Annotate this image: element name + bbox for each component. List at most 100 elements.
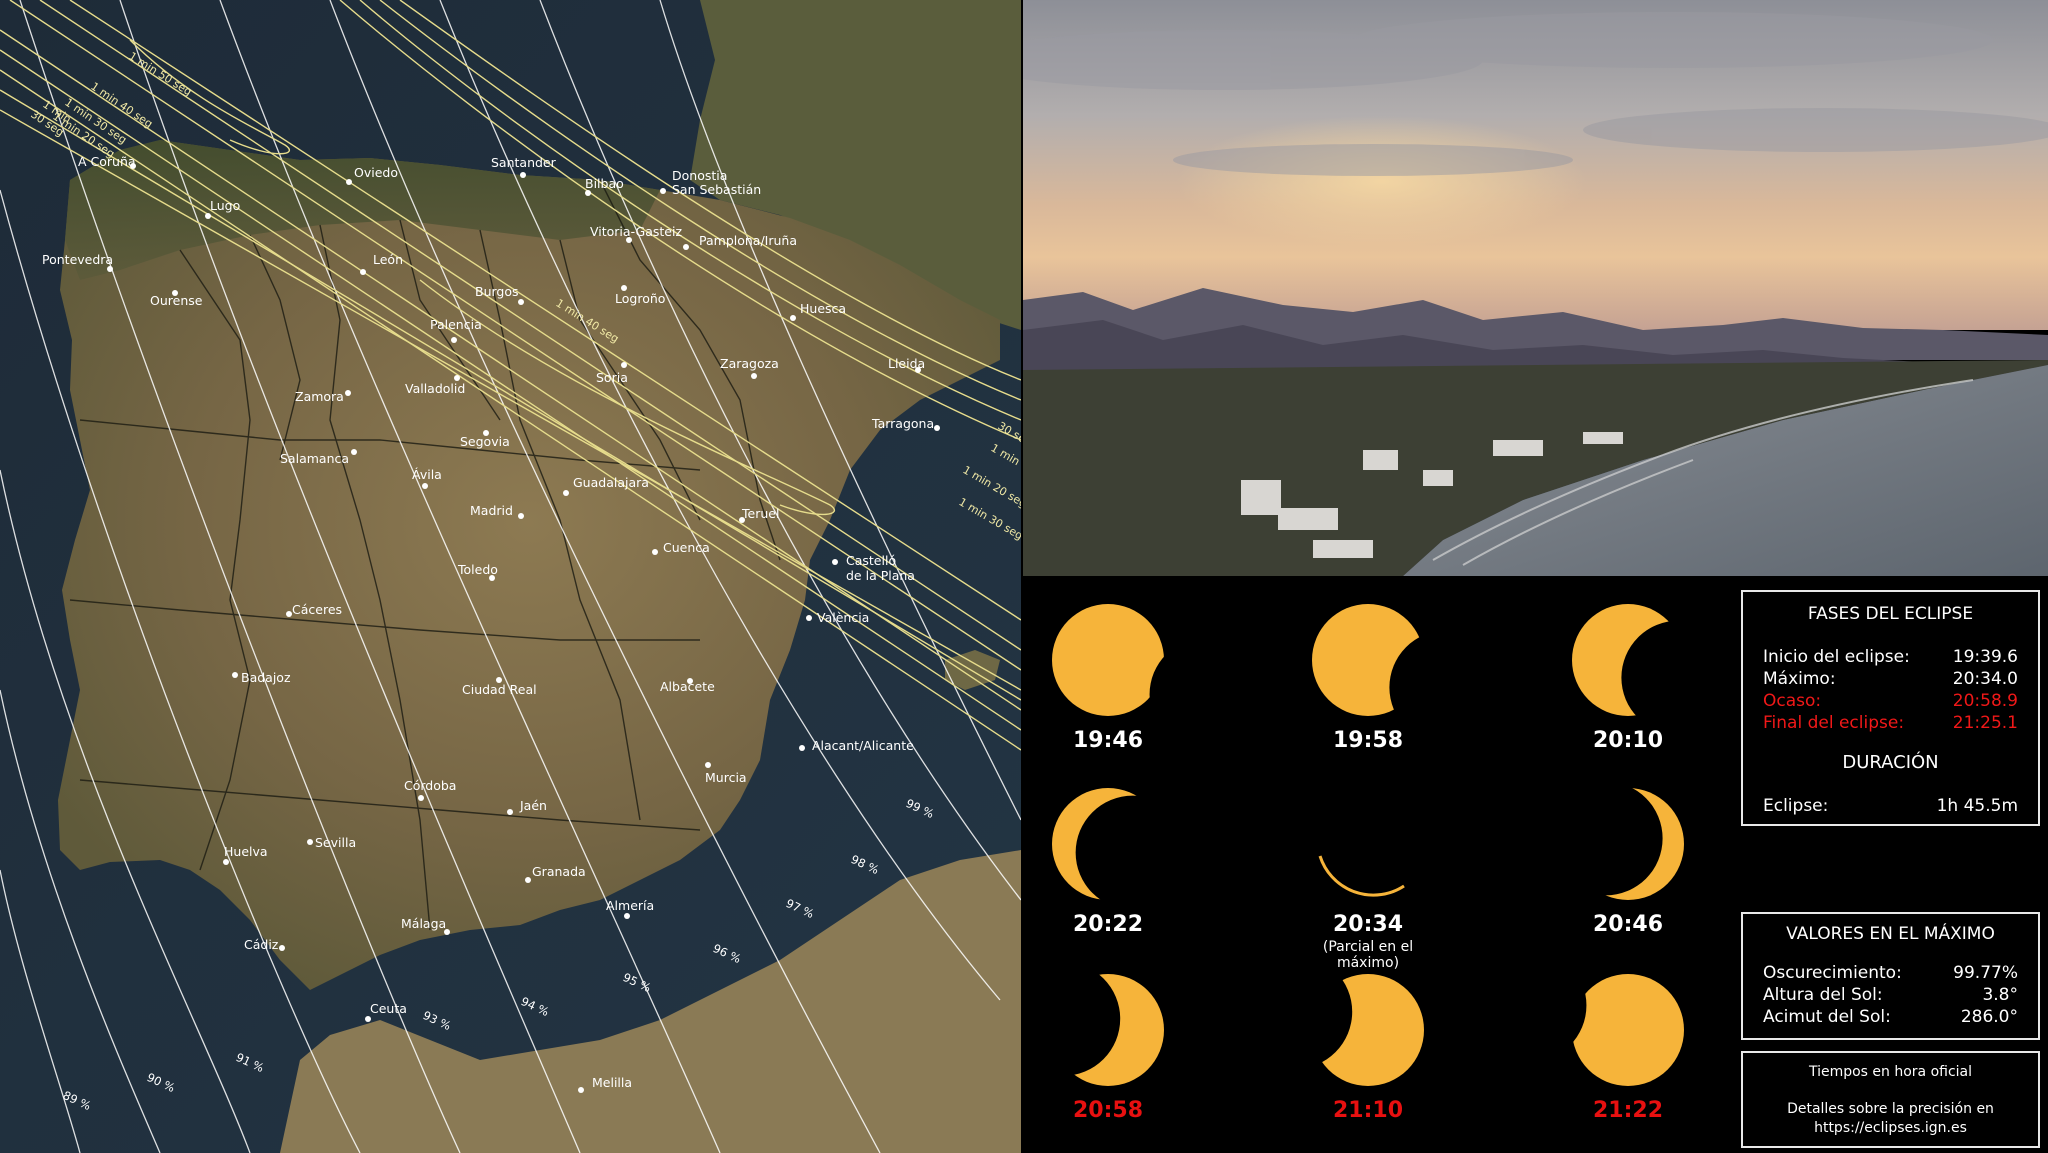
city-label: A Coruña <box>78 154 136 169</box>
city-label: València <box>817 610 869 625</box>
city-label: Madrid <box>470 503 513 518</box>
city-label: Huelva <box>224 844 268 859</box>
sun-disc-icon <box>1052 604 1168 720</box>
city-label: Almería <box>606 898 654 913</box>
eclipse-path-map: 1 min 50 seg 1 min 40 seg 1 min 30 seg 1… <box>0 0 1021 1153</box>
city-label: Donostia <box>672 168 727 183</box>
valor-row-oscurecimiento: Oscurecimiento: 99.77% <box>1763 962 2018 984</box>
city-label: Sevilla <box>315 835 356 850</box>
sun-disc-icon <box>1568 784 1684 900</box>
valor-label: Oscurecimiento: <box>1763 963 1902 983</box>
phase-time: 21:22 <box>1592 1098 1664 1123</box>
city-label: Castelló <box>846 553 896 568</box>
eclipse-phase: 20:58 <box>1033 970 1183 1123</box>
valor-value: 3.8° <box>1982 985 2018 1005</box>
phase-time: 20:22 <box>1072 912 1144 937</box>
city-label: Alacant/Alicante <box>812 738 914 753</box>
fase-row-maximo: Máximo: 20:34.0 <box>1763 668 2018 690</box>
city-label: Bilbao <box>585 176 624 191</box>
city-label: Oviedo <box>354 165 398 180</box>
city-label: Albacete <box>660 679 715 694</box>
duracion-value: 1h 45.5m <box>1936 796 2018 816</box>
city-label: Granada <box>532 864 586 879</box>
valor-value: 99.77% <box>1953 963 2018 983</box>
valor-label: Altura del Sol: <box>1763 985 1883 1005</box>
city-label: Palencia <box>430 317 482 332</box>
city-label: Cáceres <box>292 602 342 617</box>
fase-row-inicio: Inicio del eclipse: 19:39.6 <box>1763 646 2018 668</box>
eclipse-phase: 21:10 <box>1293 970 1443 1123</box>
sun-disc-icon <box>1318 855 1405 897</box>
valor-value: 286.0° <box>1960 1007 2018 1027</box>
eclipse-phase: 20:34 (Parcial en el máximo) <box>1293 784 1443 971</box>
sun-disc <box>1052 604 1164 716</box>
valores-title: VALORES EN EL MÁXIMO <box>1786 924 1995 944</box>
city-label: Badajoz <box>241 670 291 685</box>
city-label: Lleida <box>888 356 925 371</box>
city-label: Zaragoza <box>720 356 779 371</box>
city-label: Huesca <box>800 301 846 316</box>
duracion-label: Eclipse: <box>1763 796 1829 816</box>
sun-disc-icon <box>1048 970 1164 1086</box>
phase-time: 20:58 <box>1072 1098 1144 1123</box>
city-label: Córdoba <box>404 778 456 793</box>
valor-label: Acimut del Sol: <box>1763 1007 1891 1027</box>
note-precision: Detalles sobre la precisión en <box>1787 1101 1994 1117</box>
note-official-time: Tiempos en hora oficial <box>1808 1064 1973 1080</box>
fase-value: 21:25.1 <box>1952 713 2018 733</box>
city-label: Valladolid <box>405 381 465 396</box>
phase-time: 20:10 <box>1592 728 1664 753</box>
city-label: Ávila <box>412 467 442 482</box>
fases-del-eclipse-box: FASES DEL ECLIPSE Inicio del eclipse: 19:… <box>1741 590 2040 826</box>
city-label: Toledo <box>457 562 498 577</box>
city-label: León <box>373 252 403 267</box>
city-label: San Sebastián <box>672 182 761 197</box>
sun-disc-icon <box>1308 970 1424 1086</box>
city-label: Melilla <box>592 1075 632 1090</box>
sun-disc-icon <box>1052 788 1168 904</box>
duracion-row: Eclipse: 1h 45.5m <box>1763 795 2018 817</box>
city-label: Lugo <box>210 198 240 213</box>
city-label: Cuenca <box>663 540 710 555</box>
city-label: Murcia <box>705 770 747 785</box>
eclipse-phase: 20:10 <box>1553 600 1703 753</box>
map-svg: 1 min 50 seg 1 min 40 seg 1 min 30 seg 1… <box>0 0 1021 1153</box>
sun-disc-icon <box>1572 604 1688 720</box>
eclipse-phase: 19:46 <box>1033 600 1183 753</box>
sun-disc <box>1572 974 1684 1086</box>
photo-svg <box>1023 0 2048 576</box>
city-label: Ceuta <box>370 1001 407 1016</box>
fase-value: 20:58.9 <box>1952 691 2018 711</box>
valor-row-altura: Altura del Sol: 3.8° <box>1763 984 2018 1006</box>
city-label: Málaga <box>401 916 446 931</box>
city-label: Cádiz <box>244 937 279 952</box>
phase-note: (Parcial en el máximo) <box>1322 939 1414 971</box>
eclipse-phase: 20:46 <box>1553 784 1703 937</box>
city-label: Teruel <box>741 506 779 521</box>
city-label: Ciudad Real <box>462 682 537 697</box>
city-label: Guadalajara <box>573 475 649 490</box>
fases-title: FASES DEL ECLIPSE <box>1807 604 1974 624</box>
phase-time: 20:34 <box>1332 912 1404 937</box>
city-label: Vitoria-Gasteiz <box>590 224 682 239</box>
fase-label: Máximo: <box>1763 669 1836 689</box>
city-label: Zamora <box>295 389 344 404</box>
fase-value: 19:39.6 <box>1952 647 2018 667</box>
city-label: Segovia <box>460 434 510 449</box>
fase-label: Ocaso: <box>1763 691 1822 711</box>
fase-row-final: Final del eclipse: 21:25.1 <box>1763 712 2018 734</box>
city-label: Pamplona/Iruña <box>699 233 797 248</box>
phase-time: 19:46 <box>1072 728 1144 753</box>
city-label: Santander <box>491 155 557 170</box>
valores-maximo-box: VALORES EN EL MÁXIMO Oscurecimiento: 99.7… <box>1741 912 2040 1040</box>
phase-time: 20:46 <box>1592 912 1664 937</box>
sunset-coast-photo <box>1023 0 2048 576</box>
duracion-title: DURACIÓN <box>1842 752 1939 773</box>
fase-label: Inicio del eclipse: <box>1763 647 1910 667</box>
eclipse-phase: 19:58 <box>1293 600 1443 753</box>
note-url: https://eclipses.ign.es <box>1814 1120 1967 1136</box>
fase-label: Final del eclipse: <box>1763 713 1905 733</box>
sun-disc-icon <box>1568 970 1684 1086</box>
notes-box: Tiempos en hora oficial Detalles sobre l… <box>1741 1051 2040 1148</box>
city-label: Ourense <box>150 293 203 308</box>
